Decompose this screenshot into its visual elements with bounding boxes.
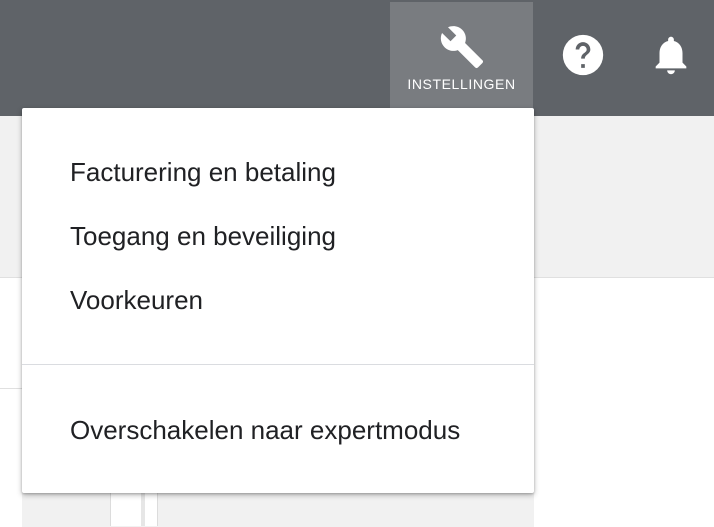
menu-item-expert-mode[interactable]: Overschakelen naar expertmodus bbox=[70, 410, 514, 450]
content-panel-right bbox=[534, 277, 714, 527]
content-column bbox=[110, 492, 158, 526]
top-app-bar: INSTELLINGEN bbox=[0, 0, 714, 116]
menu-item-billing[interactable]: Facturering en betaling bbox=[70, 152, 514, 192]
menu-divider bbox=[22, 364, 534, 365]
column-separator bbox=[141, 492, 145, 526]
wrench-icon bbox=[440, 26, 483, 69]
content-panel-left bbox=[0, 277, 22, 527]
help-button[interactable] bbox=[561, 33, 605, 77]
settings-dropdown-menu: Facturering en betaling Toegang en bevei… bbox=[22, 108, 534, 493]
bell-icon bbox=[655, 36, 687, 75]
help-icon bbox=[562, 34, 604, 76]
content-divider bbox=[0, 388, 22, 389]
settings-label: INSTELLINGEN bbox=[407, 76, 516, 92]
settings-button[interactable]: INSTELLINGEN bbox=[390, 2, 533, 109]
menu-item-preferences[interactable]: Voorkeuren bbox=[70, 280, 514, 320]
menu-item-access-security[interactable]: Toegang en beveiliging bbox=[70, 216, 514, 256]
notifications-button[interactable] bbox=[648, 32, 694, 78]
